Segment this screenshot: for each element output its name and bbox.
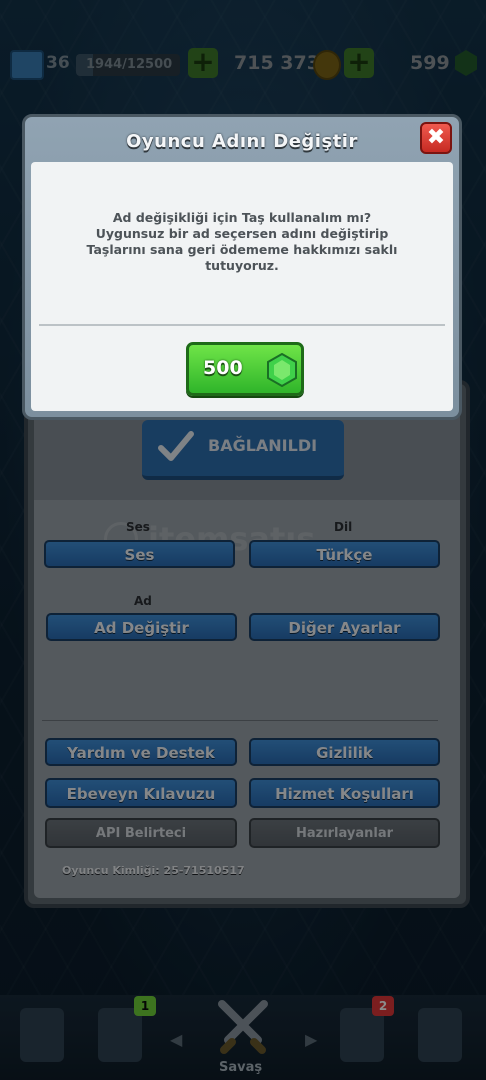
close-button[interactable]: ✖ — [420, 122, 452, 154]
price-label: 500 — [203, 357, 243, 379]
confirm-gem-purchase-button[interactable]: 500 — [186, 342, 304, 396]
message-line: tutuyoruz. — [205, 258, 279, 273]
dialog-message: Ad değişikliği için Taş kullanalım mı? U… — [71, 210, 413, 274]
dialog-title: Oyuncu Adını Değiştir — [126, 131, 358, 152]
message-line: Ad değişikliği için Taş kullanalım mı? — [112, 210, 372, 225]
message-line: Taşlarını sana geri ödememe hakkımızı sa… — [86, 242, 398, 257]
gem-icon — [267, 353, 297, 387]
dialog-divider — [39, 324, 445, 326]
message-line: Uygunsuz bir ad seçersen adını değiştiri… — [95, 226, 389, 241]
